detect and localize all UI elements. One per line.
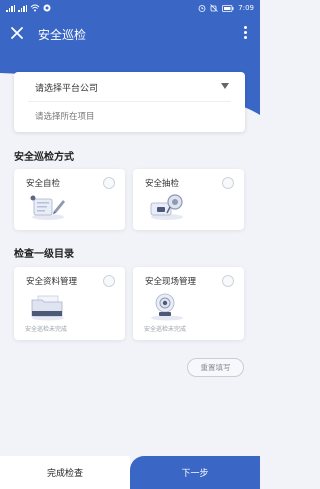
- camera-icon: [151, 293, 183, 321]
- signal-icon: [6, 4, 15, 12]
- wifi-icon: [30, 4, 40, 12]
- app-icon: [43, 4, 51, 12]
- status-text: 安全巡检未完成: [144, 326, 187, 333]
- catalog-item-label: 安全现场管理: [145, 277, 197, 287]
- option-self-check[interactable]: 安全自检: [14, 169, 125, 230]
- clock: 7:09: [238, 4, 254, 12]
- radio-documents[interactable]: [103, 275, 115, 287]
- catalog-item-documents[interactable]: 安全资料管理 安全巡检未完成: [14, 267, 125, 340]
- radio-site[interactable]: [222, 275, 234, 287]
- close-icon[interactable]: [10, 26, 24, 40]
- complete-check-button[interactable]: 完成检查: [0, 456, 130, 489]
- radio-self-check[interactable]: [103, 177, 115, 189]
- option-spot-check[interactable]: 安全抽检: [133, 169, 244, 230]
- platform-company-select[interactable]: 请选择平台公司: [35, 81, 98, 94]
- option-label: 安全自检: [26, 179, 61, 189]
- option-label: 安全抽检: [145, 179, 180, 189]
- status-bar: 7:09: [0, 0, 260, 18]
- status-text: 安全巡检未完成: [25, 326, 68, 333]
- alarm-icon: [198, 5, 206, 12]
- signal-icon: [18, 4, 27, 12]
- catalog-item-site[interactable]: 安全现场管理 安全巡检未完成: [133, 267, 244, 340]
- chevron-down-icon[interactable]: [221, 83, 229, 89]
- section-title-inspection-method: 安全巡检方式: [14, 152, 74, 163]
- app-bar: 安全巡检: [0, 18, 260, 51]
- catalog-item-label: 安全资料管理: [26, 277, 78, 287]
- more-vertical-icon[interactable]: [244, 26, 248, 42]
- section-title-catalog: 检查一级目录: [14, 249, 74, 260]
- self-check-icon: [30, 195, 65, 220]
- next-step-button[interactable]: 下一步: [130, 456, 260, 489]
- folder-icon: [31, 295, 64, 321]
- mute-icon: [210, 4, 219, 12]
- battery-icon: [222, 4, 234, 12]
- reset-button[interactable]: 重置填写: [187, 358, 244, 377]
- project-selector-card: 请选择平台公司 请选择所在项目: [14, 72, 245, 132]
- divider: [28, 101, 231, 102]
- project-select[interactable]: 请选择所在项目: [35, 110, 95, 122]
- spot-check-icon: [150, 194, 183, 220]
- radio-spot-check[interactable]: [222, 177, 234, 189]
- page-title: 安全巡检: [38, 28, 87, 42]
